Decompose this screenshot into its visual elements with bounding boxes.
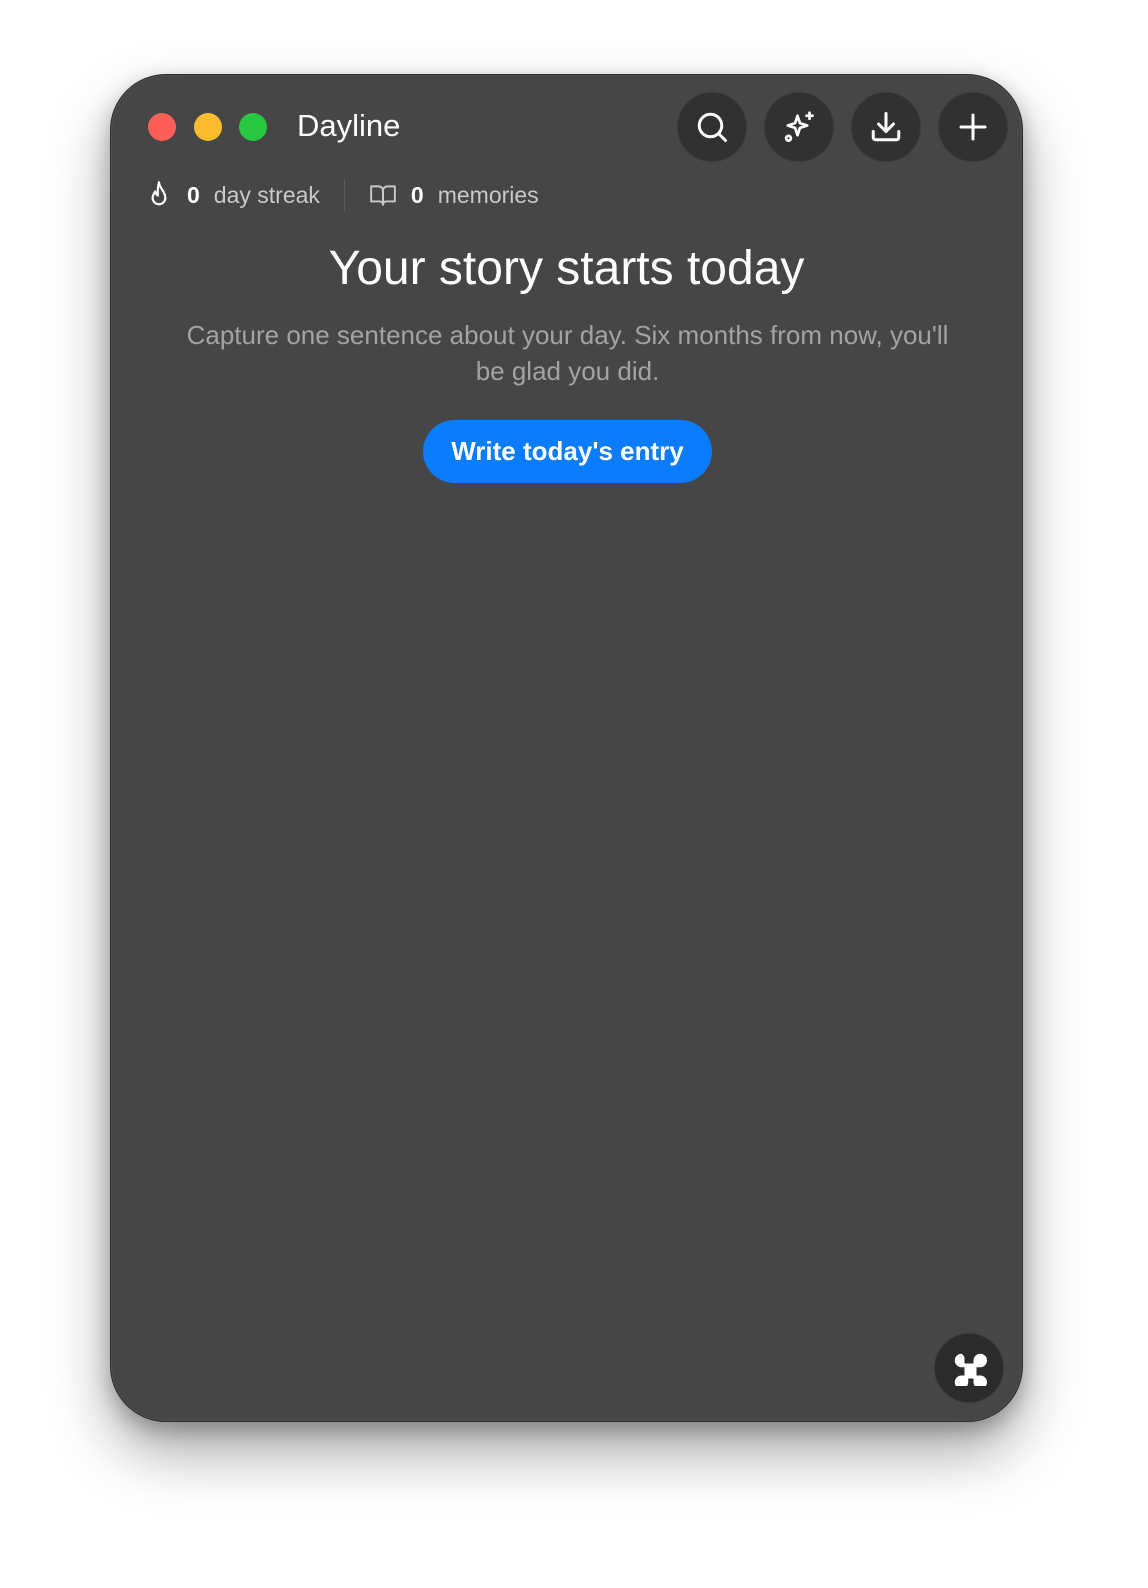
- sparkles-icon: [784, 111, 814, 142]
- memories-count: 0: [410, 181, 424, 208]
- app-title: Dayline: [297, 108, 401, 143]
- book-open-icon: [370, 185, 396, 206]
- streak-label: day streak: [213, 181, 320, 208]
- download-button[interactable]: [851, 92, 921, 162]
- download-icon: [871, 112, 901, 142]
- streak-stat: 0 day streak: [145, 180, 320, 210]
- streak-count: 0: [187, 181, 200, 208]
- window-close-button[interactable]: [148, 113, 176, 141]
- app-window: Dayline 0 day streak 0 memories Your sto…: [110, 74, 1023, 1422]
- flame-icon: [151, 181, 167, 206]
- memories-label: memories: [437, 181, 539, 208]
- window-maximize-button[interactable]: [239, 113, 267, 141]
- search-button[interactable]: [677, 92, 747, 162]
- memories-stat: 0 memories: [369, 180, 539, 210]
- write-entry-button[interactable]: Write today's entry: [423, 420, 712, 483]
- stats-bar: 0 day streak 0 memories: [145, 177, 539, 213]
- command-button[interactable]: [934, 1333, 1004, 1403]
- empty-state-title: Your story starts today: [328, 242, 805, 295]
- ai-sparkles-button[interactable]: [764, 92, 834, 162]
- plus-icon: [959, 113, 987, 141]
- search-icon: [697, 112, 727, 142]
- window-minimize-button[interactable]: [194, 113, 222, 141]
- stats-divider: [343, 179, 345, 211]
- add-entry-button[interactable]: [938, 92, 1008, 162]
- empty-state-subtitle: Capture one sentence about your day. Six…: [186, 320, 949, 386]
- command-icon: [954, 1353, 987, 1386]
